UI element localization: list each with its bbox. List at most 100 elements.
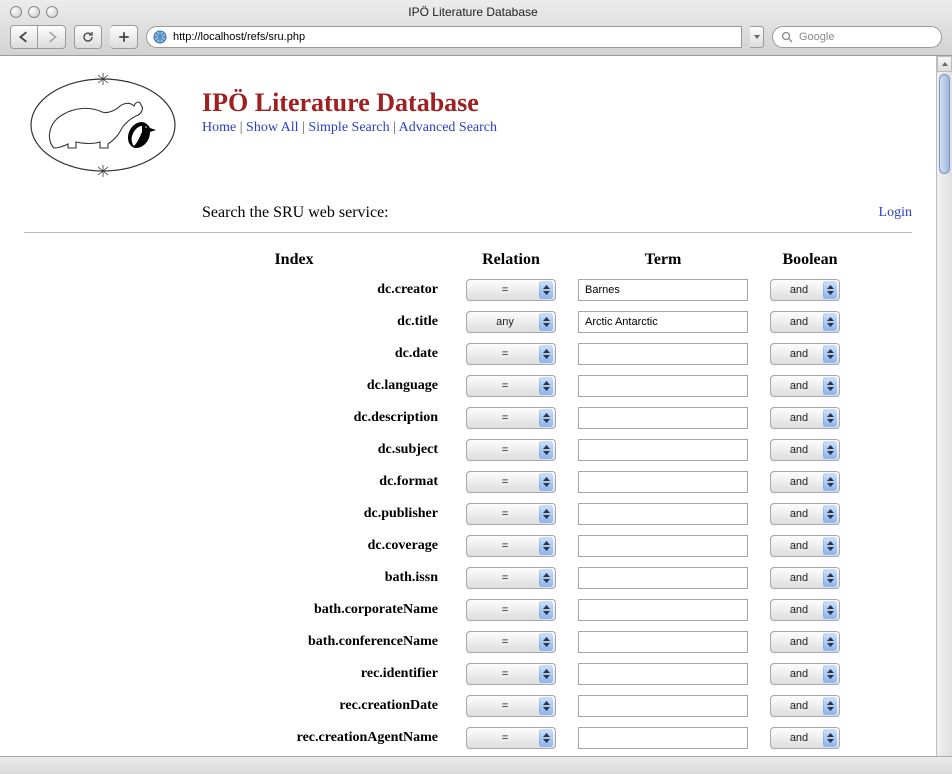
term-input[interactable] — [578, 279, 748, 301]
term-input[interactable] — [578, 439, 748, 461]
index-label: dc.format — [24, 474, 444, 490]
term-input[interactable] — [578, 471, 748, 493]
boolean-select[interactable]: and — [770, 343, 840, 365]
relation-select[interactable]: = — [466, 599, 556, 621]
term-input[interactable] — [578, 343, 748, 365]
index-label: dc.date — [24, 346, 444, 362]
chevron-updown-icon — [539, 537, 553, 555]
boolean-select[interactable]: and — [770, 727, 840, 749]
relation-select[interactable]: = — [466, 407, 556, 429]
chevron-updown-icon — [539, 633, 553, 651]
term-input[interactable] — [578, 663, 748, 685]
term-input[interactable] — [578, 503, 748, 525]
relation-value: = — [475, 380, 535, 392]
boolean-value: and — [779, 444, 819, 456]
boolean-value: and — [779, 412, 819, 424]
chevron-updown-icon — [823, 345, 837, 363]
relation-value: = — [475, 412, 535, 424]
relation-select[interactable]: = — [466, 343, 556, 365]
relation-select[interactable]: = — [466, 695, 556, 717]
term-input[interactable] — [578, 727, 748, 749]
boolean-value: and — [779, 476, 819, 488]
col-header-boolean: Boolean — [770, 251, 850, 269]
boolean-select[interactable]: and — [770, 439, 840, 461]
boolean-value: and — [779, 572, 819, 584]
index-label: dc.language — [24, 378, 444, 394]
boolean-select[interactable]: and — [770, 311, 840, 333]
forward-button[interactable] — [38, 25, 66, 49]
browser-search-field[interactable]: Google — [772, 26, 942, 48]
term-input[interactable] — [578, 599, 748, 621]
traffic-light-close[interactable] — [10, 6, 22, 18]
traffic-light-minimize[interactable] — [28, 6, 40, 18]
plus-icon — [118, 31, 130, 43]
relation-select[interactable]: = — [466, 375, 556, 397]
term-input[interactable] — [578, 375, 748, 397]
boolean-select[interactable]: and — [770, 279, 840, 301]
chevron-updown-icon — [539, 281, 553, 299]
relation-value: = — [475, 636, 535, 648]
relation-value: = — [475, 508, 535, 520]
url-field[interactable]: http://localhost/refs/sru.php — [146, 26, 742, 48]
reload-button[interactable] — [74, 25, 102, 49]
chevron-updown-icon — [823, 313, 837, 331]
vertical-scrollbar[interactable] — [936, 56, 952, 774]
boolean-select[interactable]: and — [770, 599, 840, 621]
boolean-value: and — [779, 540, 819, 552]
relation-value: = — [475, 444, 535, 456]
relation-select[interactable]: = — [466, 567, 556, 589]
url-dropdown-button[interactable] — [750, 26, 764, 48]
index-label: rec.creationDate — [24, 698, 444, 714]
back-button[interactable] — [10, 25, 38, 49]
relation-select[interactable]: = — [466, 663, 556, 685]
scroll-up-button[interactable] — [937, 56, 952, 72]
login-link[interactable]: Login — [879, 205, 912, 220]
index-label: dc.description — [24, 410, 444, 426]
relation-value: = — [475, 284, 535, 296]
boolean-value: and — [779, 348, 819, 360]
nav-home[interactable]: Home — [202, 120, 236, 135]
nav-showall[interactable]: Show All — [246, 120, 299, 135]
boolean-select[interactable]: and — [770, 375, 840, 397]
relation-select[interactable]: = — [466, 727, 556, 749]
arrow-right-icon — [46, 31, 58, 43]
nav-advanced[interactable]: Advanced Search — [399, 120, 497, 135]
boolean-select[interactable]: and — [770, 567, 840, 589]
index-label: bath.conferenceName — [24, 634, 444, 650]
boolean-select[interactable]: and — [770, 535, 840, 557]
relation-select[interactable]: = — [466, 279, 556, 301]
titlebar: IPÖ Literature Database — [0, 0, 952, 21]
boolean-select[interactable]: and — [770, 503, 840, 525]
relation-select[interactable]: = — [466, 439, 556, 461]
add-button[interactable] — [110, 25, 138, 49]
sub-header: Search the SRU web service: Login — [24, 204, 912, 222]
chevron-updown-icon — [539, 345, 553, 363]
nav-links: Home | Show All | Simple Search | Advanc… — [202, 120, 912, 136]
boolean-select[interactable]: and — [770, 407, 840, 429]
chevron-updown-icon — [539, 665, 553, 683]
term-input[interactable] — [578, 631, 748, 653]
browser-chrome: IPÖ Literature Database http://localhost… — [0, 0, 952, 56]
boolean-value: and — [779, 636, 819, 648]
boolean-value: and — [779, 668, 819, 680]
term-input[interactable] — [578, 407, 748, 429]
relation-select[interactable]: any — [466, 311, 556, 333]
term-input[interactable] — [578, 695, 748, 717]
boolean-select[interactable]: and — [770, 695, 840, 717]
boolean-select[interactable]: and — [770, 663, 840, 685]
col-header-term: Term — [578, 251, 748, 269]
relation-select[interactable]: = — [466, 503, 556, 525]
term-input[interactable] — [578, 567, 748, 589]
relation-select[interactable]: = — [466, 471, 556, 493]
term-input[interactable] — [578, 311, 748, 333]
traffic-light-zoom[interactable] — [46, 6, 58, 18]
relation-select[interactable]: = — [466, 535, 556, 557]
relation-select[interactable]: = — [466, 631, 556, 653]
nav-simple[interactable]: Simple Search — [308, 120, 389, 135]
chevron-updown-icon — [823, 665, 837, 683]
boolean-select[interactable]: and — [770, 631, 840, 653]
globe-icon — [153, 30, 167, 44]
scroll-thumb[interactable] — [939, 74, 950, 174]
boolean-select[interactable]: and — [770, 471, 840, 493]
term-input[interactable] — [578, 535, 748, 557]
